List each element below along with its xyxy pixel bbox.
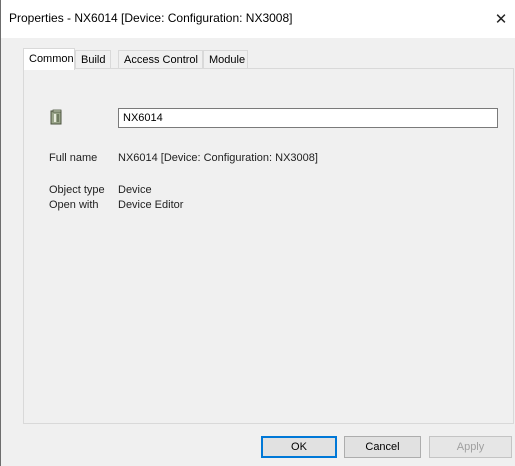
close-icon: ✕ bbox=[494, 11, 508, 28]
full-name-label: Full name bbox=[49, 152, 98, 164]
close-button[interactable]: ✕ bbox=[486, 0, 515, 38]
properties-dialog: Properties - NX6014 [Device: Configurati… bbox=[0, 0, 515, 466]
object-name-input[interactable] bbox=[118, 108, 498, 128]
object-type-value: Device bbox=[118, 184, 152, 196]
open-with-label: Open with bbox=[49, 199, 99, 211]
open-with-value: Device Editor bbox=[118, 199, 184, 211]
window-title: Properties - NX6014 [Device: Configurati… bbox=[9, 11, 293, 25]
tab-common[interactable]: Common bbox=[23, 48, 75, 70]
tab-module[interactable]: Module bbox=[203, 50, 248, 68]
tab-access-control[interactable]: Access Control bbox=[118, 50, 203, 68]
full-name-value: NX6014 [Device: Configuration: NX3008] bbox=[118, 152, 318, 164]
tab-build[interactable]: Build bbox=[75, 50, 111, 68]
cancel-button[interactable]: Cancel bbox=[344, 436, 421, 458]
apply-button[interactable]: Apply bbox=[429, 436, 512, 458]
title-bar: Properties - NX6014 [Device: Configurati… bbox=[1, 0, 515, 38]
ok-button[interactable]: OK bbox=[261, 436, 337, 458]
object-type-label: Object type bbox=[49, 184, 105, 196]
device-icon bbox=[49, 109, 63, 125]
